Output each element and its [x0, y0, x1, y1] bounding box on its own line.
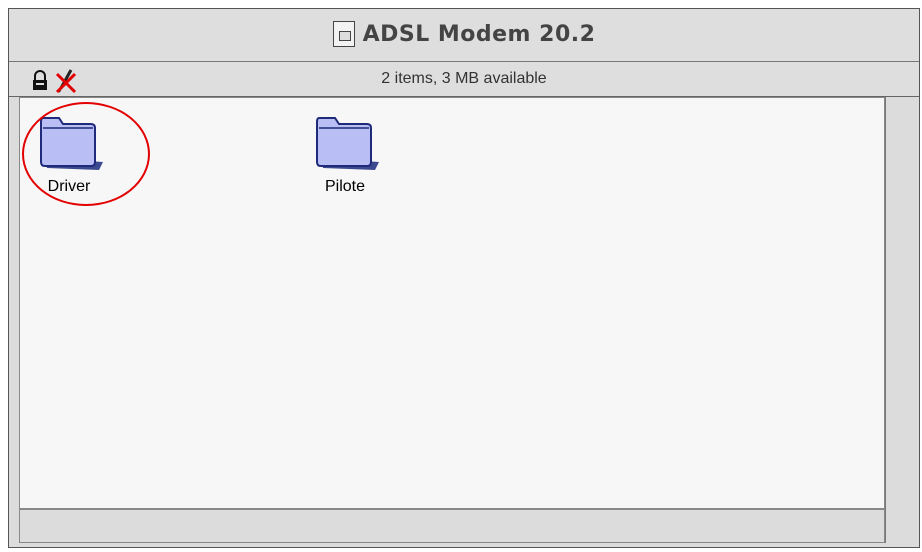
finder-window: ADSL Modem 20.2 2 items, 3 MB available [8, 8, 920, 548]
title-bar[interactable]: ADSL Modem 20.2 [9, 9, 919, 62]
window-header: 2 items, 3 MB available [9, 62, 919, 97]
folder-icon [309, 110, 381, 176]
folder-icon [33, 110, 105, 176]
vertical-scrollbar[interactable] [885, 97, 919, 509]
folder-content[interactable] [19, 97, 885, 509]
item-label: Pilote [324, 178, 366, 195]
title-wrap: ADSL Modem 20.2 [9, 19, 919, 49]
document-icon [332, 21, 355, 47]
resize-corner[interactable] [885, 509, 919, 543]
horizontal-scrollbar[interactable] [19, 509, 885, 543]
folder-item-driver[interactable]: Driver [24, 110, 114, 196]
window-title: ADSL Modem 20.2 [362, 21, 596, 47]
item-label: Driver [47, 178, 91, 195]
status-text: 2 items, 3 MB available [381, 70, 547, 87]
folder-item-pilote[interactable]: Pilote [300, 110, 390, 196]
